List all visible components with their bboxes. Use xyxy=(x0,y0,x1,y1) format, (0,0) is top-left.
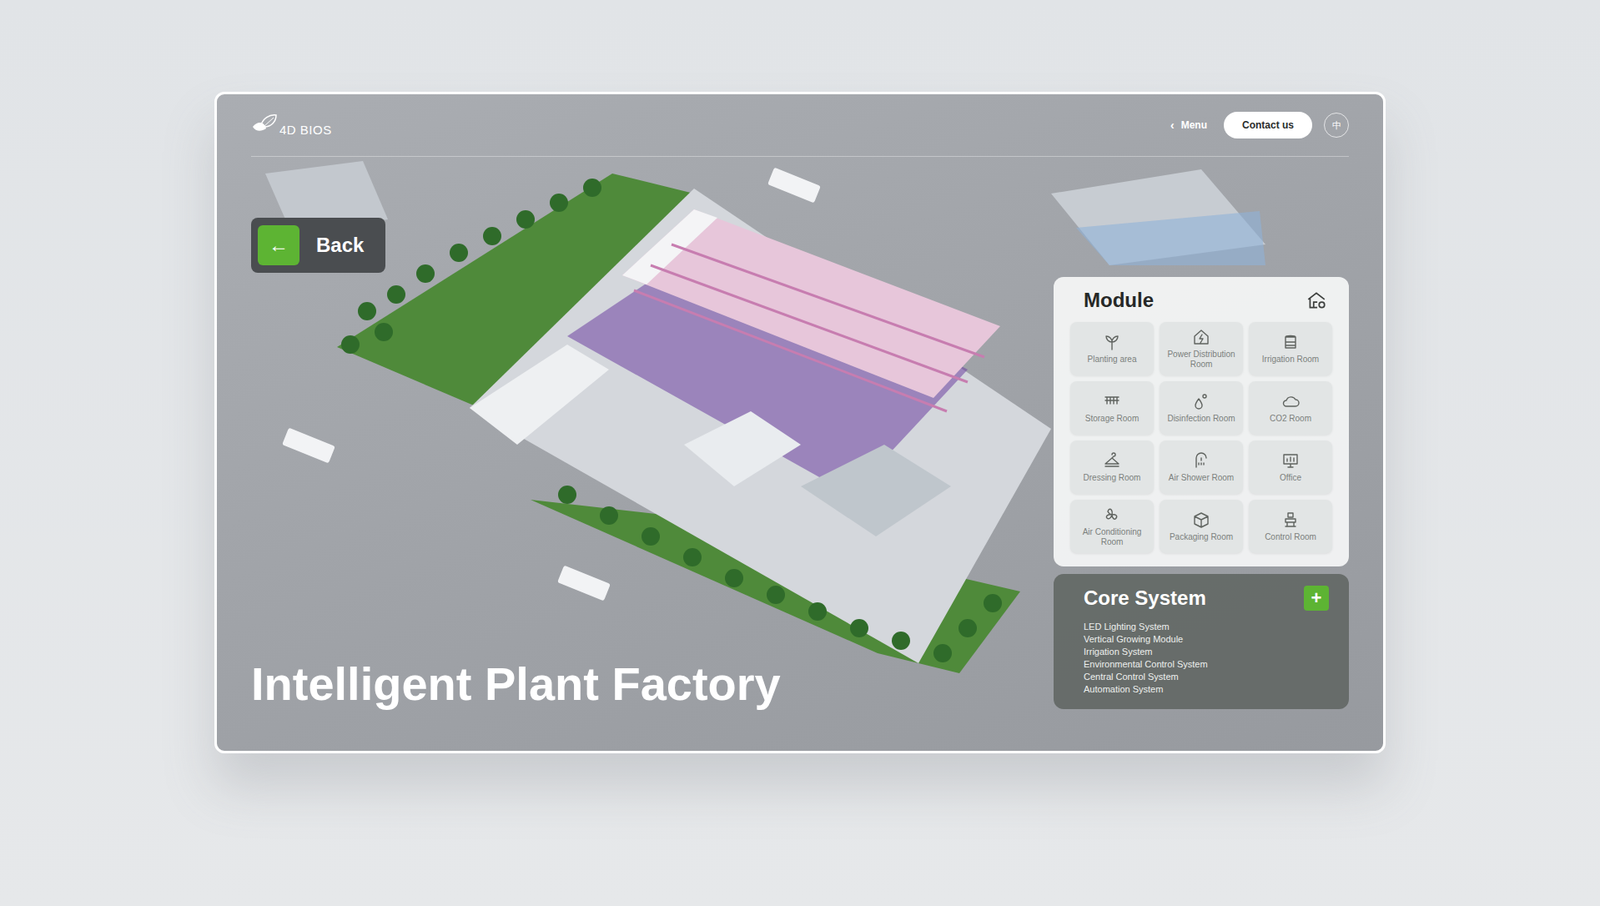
core-system-item[interactable]: Automation System xyxy=(1083,683,1329,696)
module-label: Office xyxy=(1279,472,1302,484)
module-label: Planting area xyxy=(1087,354,1138,365)
module-label: Packaging Room xyxy=(1169,532,1233,543)
contact-button[interactable]: Contact us xyxy=(1223,111,1313,139)
chevron-left-icon: ‹ xyxy=(1170,118,1175,132)
module-item[interactable]: Air Conditioning Room xyxy=(1070,499,1154,554)
header-nav: ‹ Menu Contact us 中 xyxy=(1165,111,1349,139)
module-item[interactable]: Planting area xyxy=(1070,322,1154,376)
back-label: Back xyxy=(316,233,364,257)
module-item[interactable]: Office xyxy=(1248,440,1333,494)
logo[interactable]: 4D BIOS xyxy=(251,113,333,137)
website-frame: 4D BIOS ‹ Menu Contact us 中 ← Back Intelligent … xyxy=(214,91,1386,754)
module-label: Power Distribution Room xyxy=(1162,349,1241,370)
module-item[interactable]: Irrigation Room xyxy=(1248,322,1333,376)
module-panel: Module Planting area Power Distribution Ro… xyxy=(1053,276,1349,567)
plant-icon xyxy=(1102,332,1122,352)
core-system-item[interactable]: Irrigation System xyxy=(1083,645,1329,659)
module-label: Air Conditioning Room xyxy=(1072,527,1152,548)
module-label: CO2 Room xyxy=(1269,413,1312,424)
menu-button[interactable]: ‹ Menu xyxy=(1165,115,1213,136)
hanger-icon xyxy=(1102,451,1122,470)
core-system-panel: Core System + LED Lighting SystemVertical … xyxy=(1053,573,1349,710)
module-label: Disinfection Room xyxy=(1167,413,1235,424)
module-item[interactable]: Control Room xyxy=(1248,499,1333,554)
module-item[interactable]: Disinfection Room xyxy=(1159,381,1243,435)
module-item[interactable]: Dressing Room xyxy=(1070,440,1154,494)
operator-icon xyxy=(1281,510,1300,529)
leaf-logo-icon xyxy=(251,113,278,137)
module-label: Dressing Room xyxy=(1083,472,1142,484)
module-label: Irrigation Room xyxy=(1262,354,1319,365)
core-system-list: LED Lighting SystemVertical Growing Modu… xyxy=(1083,620,1329,696)
house-gear-icon xyxy=(1305,289,1328,312)
module-item[interactable]: Power Distribution Room xyxy=(1159,322,1243,376)
language-button[interactable]: 中 xyxy=(1323,112,1349,138)
module-item[interactable]: Storage Room xyxy=(1070,381,1154,435)
module-label: Control Room xyxy=(1264,532,1317,543)
module-item[interactable]: Air Shower Room xyxy=(1159,440,1243,494)
module-item[interactable]: CO2 Room xyxy=(1248,381,1333,435)
lightning-icon xyxy=(1192,327,1211,347)
core-system-item[interactable]: Vertical Growing Module xyxy=(1083,633,1329,646)
drops-icon xyxy=(1192,392,1211,411)
module-item[interactable]: Packaging Room xyxy=(1159,499,1243,554)
tank-icon xyxy=(1281,332,1300,352)
module-title: Module xyxy=(1083,288,1154,312)
core-system-item[interactable]: Central Control System xyxy=(1083,670,1329,684)
arrow-left-icon: ← xyxy=(257,225,300,266)
module-label: Air Shower Room xyxy=(1168,472,1234,484)
expand-button[interactable]: + xyxy=(1303,585,1329,611)
cloud-icon xyxy=(1281,392,1300,411)
site-header: 4D BIOS ‹ Menu Contact us 中 xyxy=(251,94,1349,157)
page-title: Intelligent Plant Factory xyxy=(251,655,781,717)
shelf-icon xyxy=(1102,392,1122,411)
core-system-title: Core System xyxy=(1083,586,1207,610)
logo-text: 4D BIOS xyxy=(279,122,333,137)
page: 4D BIOS ‹ Menu Contact us 中 ← Back Intelligent … xyxy=(0,0,1600,906)
core-system-item[interactable]: Environmental Control System xyxy=(1083,658,1329,671)
shower-icon xyxy=(1192,451,1211,470)
module-label: Storage Room xyxy=(1085,413,1139,424)
core-system-item[interactable]: LED Lighting System xyxy=(1083,620,1329,634)
monitor-icon xyxy=(1281,451,1300,470)
box-icon xyxy=(1192,510,1211,529)
back-button[interactable]: ← Back xyxy=(251,217,386,273)
fan-icon xyxy=(1102,505,1122,524)
menu-label: Menu xyxy=(1181,119,1208,131)
